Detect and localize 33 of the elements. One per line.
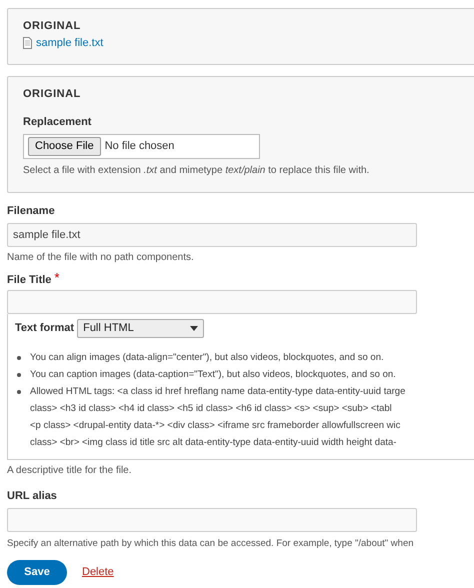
help-text: Name of the file with no path components. [7,250,195,264]
field-label: Replacement [23,115,92,130]
url-alias-field[interactable] [7,508,417,532]
tip-text: class> <h3 id class> <h4 id class> <h5 id class> <h6 id class> <s> <sup> <sub> <tabl [30,402,393,415]
tip-text: Allowed HTML tags: <a class id href hreflang name data-entity-type data-entity-uuid targe [30,385,406,398]
title-field[interactable] [7,290,417,314]
bullet-icon [17,390,21,394]
caret-icon [190,326,198,331]
save-button[interactable]: Save [7,560,67,585]
help-text: Select a file with extension .txt and mimetype text/plain to replace this file with. [23,164,370,178]
field-label: Filename [7,204,56,219]
file-input[interactable]: Choose File No file chosen [23,134,260,158]
field-label: Text format [15,321,74,336]
help-text: A descriptive title for the file. [7,464,133,478]
field-label: File Title [7,272,52,288]
tip-text: You can caption images (data-caption="Text"), but also videos, blockquotes, and so on. [30,368,396,381]
tip-text: <p class> <drupal-entity data-*> <div class> <iframe src frameborder allowfullscreen wic [30,419,402,432]
section-title: ORIGINAL [23,19,82,34]
format-select[interactable]: Full HTML [77,319,204,338]
field-label: URL alias [7,489,58,504]
required-mark: * [54,272,60,286]
tip-text: You can align images (data-align="center"), but also videos, blockquotes, and so on. [30,351,384,364]
section-title: ORIGINAL [23,87,82,102]
bullet-icon [17,373,21,377]
help-text: Specify an alternative path by which this data can be accessed. For example, type "/about" when [7,536,415,550]
tip-text: class> <br> <img class id title src alt data-entity-type data-entity-uuid width height data- [30,436,398,449]
filename-field[interactable]: sample file.txt [7,222,417,246]
choose-file-button[interactable]: Choose File [28,136,101,156]
file-link[interactable]: sample file.txt [36,35,104,52]
file-status: No file chosen [104,138,174,154]
bullet-icon [17,356,21,360]
delete-link[interactable]: Delete [82,564,114,580]
document-icon [23,37,32,50]
